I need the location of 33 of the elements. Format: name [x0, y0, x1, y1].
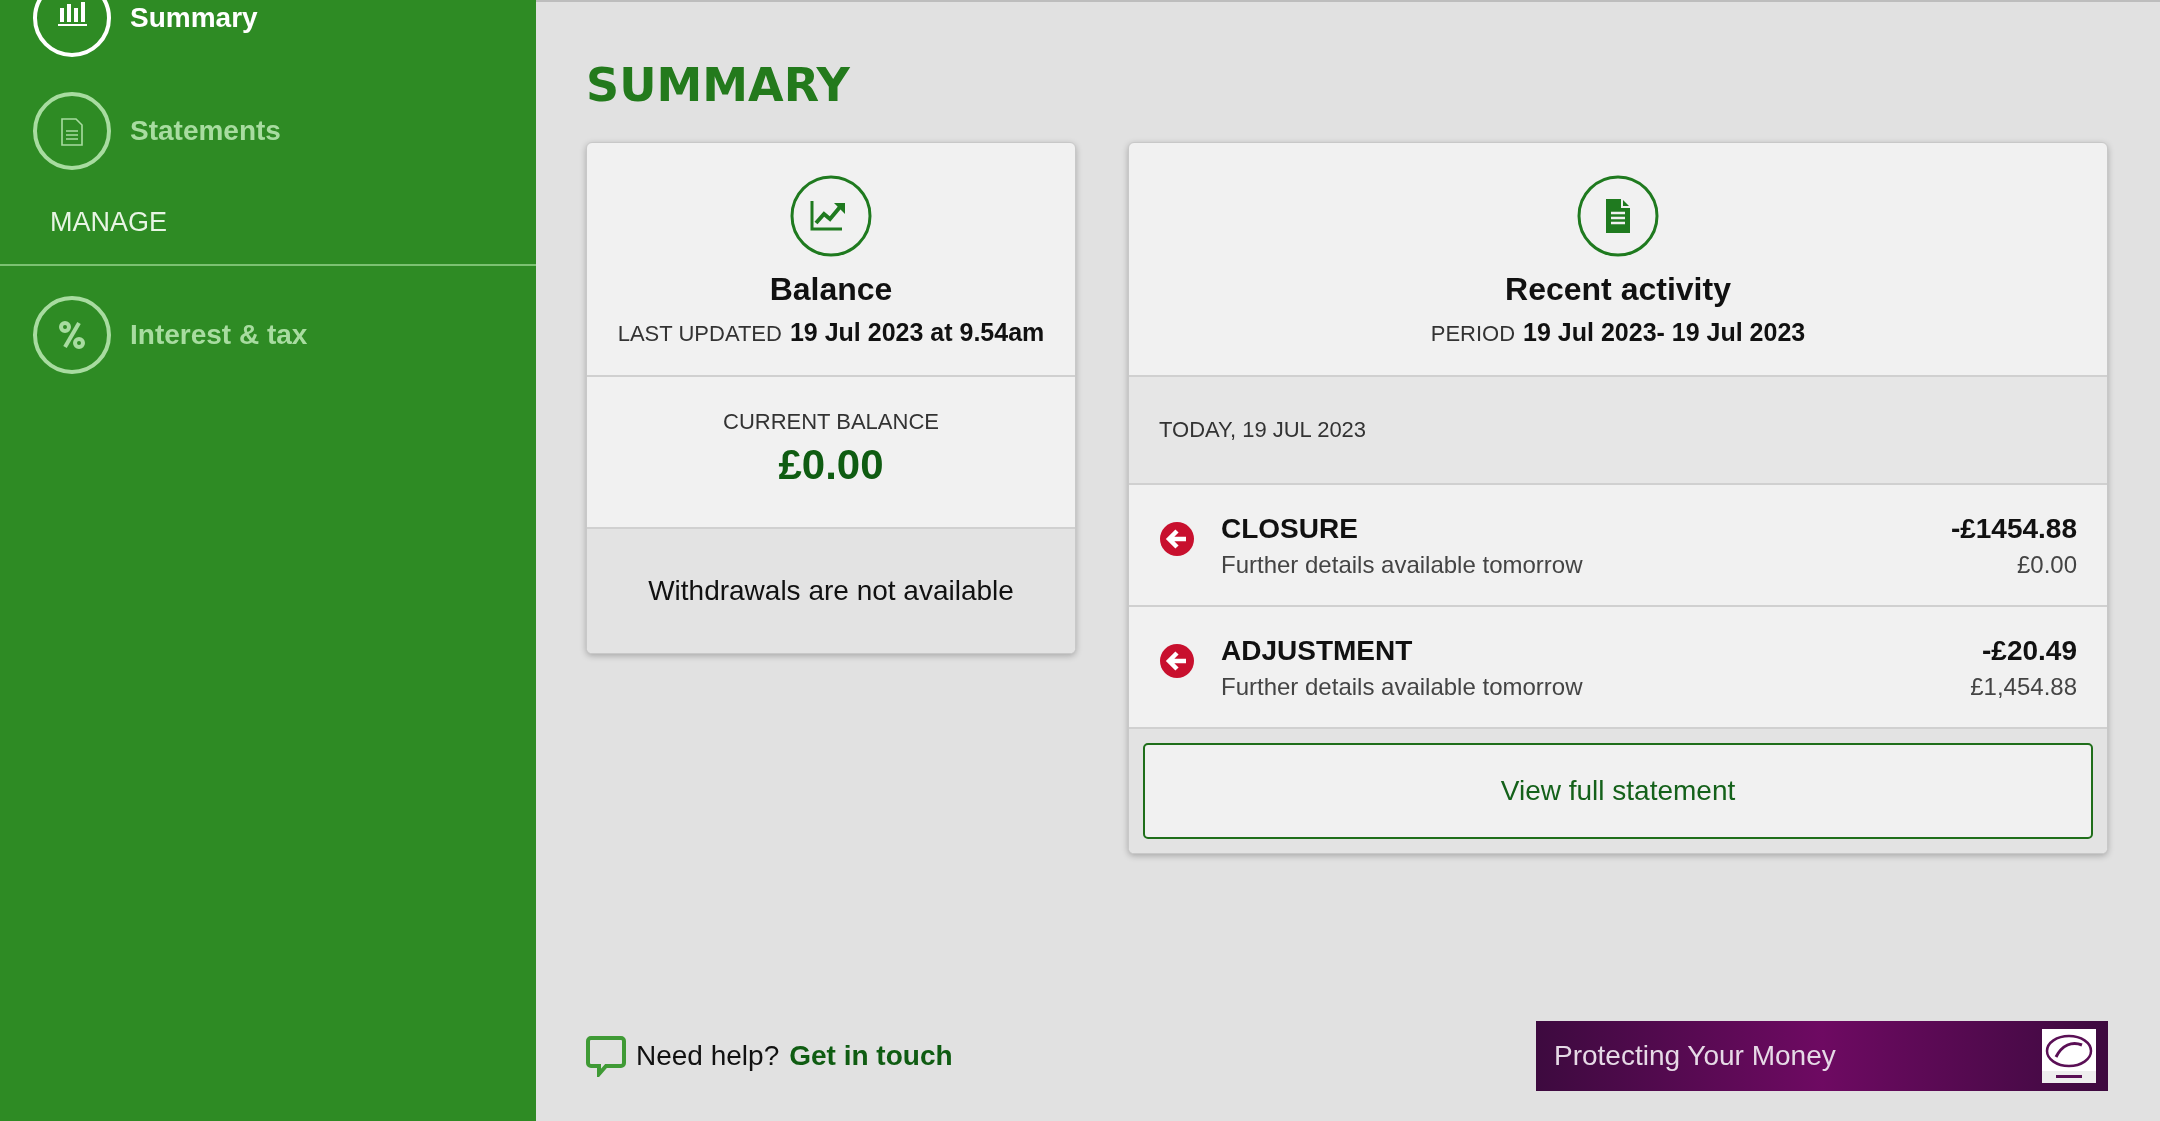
- view-statement-button[interactable]: View full statement: [1143, 743, 2093, 839]
- transaction-amount: -£20.49: [1982, 635, 2077, 667]
- balance-amount: £0.00: [778, 441, 884, 489]
- document-icon: [1577, 175, 1659, 257]
- nav-item[interactable]: Interest & tax: [32, 295, 536, 375]
- transaction-detail: Further details available tomorrow: [1221, 551, 1583, 579]
- withdrawal-notice: Withdrawals are not available: [587, 529, 1075, 653]
- running-balance: £0.00: [2016, 551, 2077, 579]
- page-title: SUMMARY: [586, 58, 851, 112]
- percent-icon: [32, 295, 112, 375]
- banner-text: Protecting Your Money: [1554, 1040, 1836, 1072]
- arrow-left-icon: [1159, 521, 1195, 557]
- contact-link[interactable]: Get in touch: [789, 1040, 953, 1072]
- last-updated-text: LAST UPDATED 19 Jul 2023 at 9.54am: [617, 318, 1045, 347]
- card-title: Balance: [769, 271, 893, 308]
- transaction-detail: Further details available tomorrow: [1221, 673, 1583, 701]
- balance-label: CURRENT BALANCE: [723, 409, 939, 435]
- help-text: Need help?: [636, 1040, 780, 1072]
- badge-logo-icon: [2042, 1029, 2096, 1083]
- transaction-name: ADJUSTMENT: [1221, 635, 1414, 667]
- chart-icon: [32, 0, 112, 58]
- arrow-left-icon: [1159, 643, 1195, 679]
- transaction-name: CLOSURE: [1221, 513, 1359, 545]
- period-text: PERIOD 19 Jul 2023- 19 Jul 2023: [1430, 318, 1806, 347]
- nav-item[interactable]: Statements: [32, 91, 536, 171]
- document-icon: [32, 91, 112, 171]
- speech-bubble-icon: [586, 1035, 626, 1077]
- card-title: Recent activity: [1505, 271, 1731, 308]
- line-chart-icon: [790, 175, 872, 257]
- date-heading: TODAY, 19 JUL 2023: [1129, 377, 2107, 485]
- running-balance: £1,454.88: [1970, 673, 2077, 701]
- transaction-amount: -£1454.88: [1950, 513, 2077, 545]
- nav-item[interactable]: Summary: [32, 0, 536, 58]
